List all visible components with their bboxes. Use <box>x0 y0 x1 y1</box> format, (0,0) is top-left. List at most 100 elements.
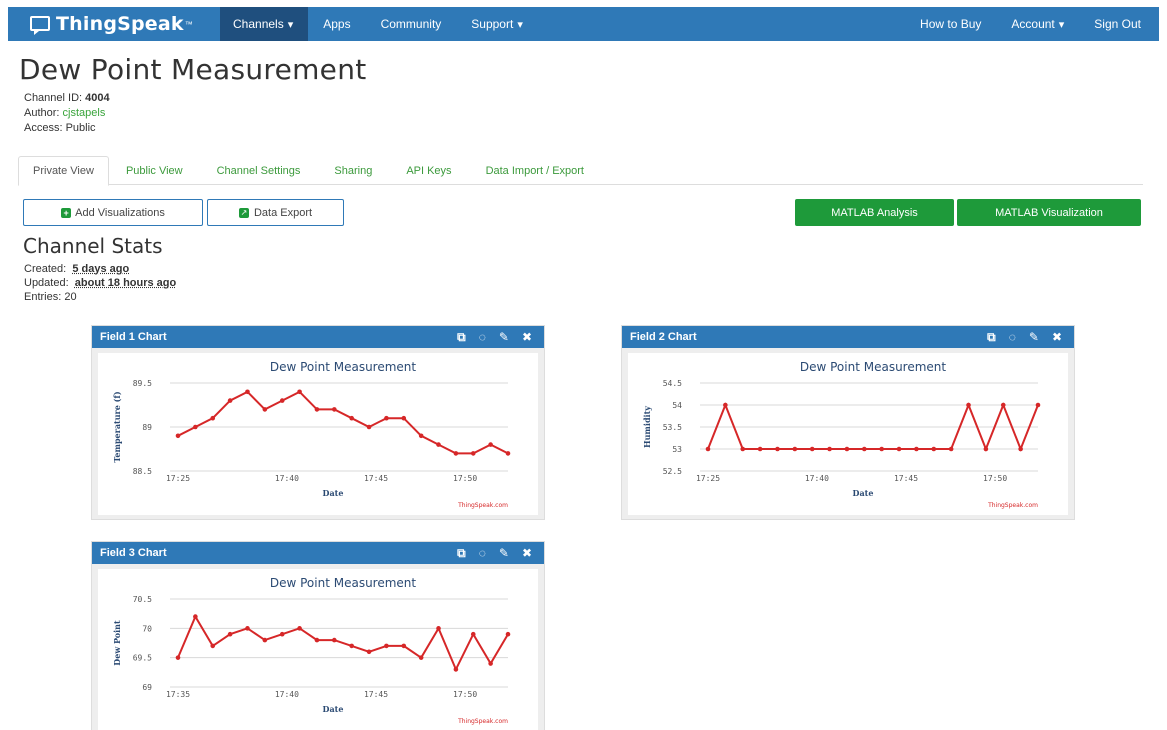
data-point <box>470 631 476 637</box>
y-tick-label: 88.5 <box>133 467 152 476</box>
nav-how-to-buy[interactable]: How to Buy <box>905 7 996 41</box>
popout-icon[interactable]: ⧉ <box>457 546 466 561</box>
chart-title: Dew Point Measurement <box>270 576 417 590</box>
x-tick-label: 17:50 <box>983 474 1007 483</box>
brand-logo[interactable]: ThingSpeak ™ <box>8 7 220 41</box>
y-tick-label: 89.5 <box>133 379 152 388</box>
created-label: Created: <box>24 263 67 275</box>
channel-id-value: 4004 <box>85 92 110 104</box>
nav-support[interactable]: Support ▾ <box>456 7 538 41</box>
x-tick-label: 17:45 <box>364 474 388 483</box>
x-tick-label: 17:40 <box>275 690 299 699</box>
author-row: Author: cjstapels <box>24 106 110 121</box>
y-axis-label: Humidity <box>642 406 652 448</box>
caret-down-icon: ▾ <box>287 18 294 31</box>
entries-value: 20 <box>64 291 77 303</box>
data-point <box>896 446 902 452</box>
nav-sign-out-label: Sign Out <box>1094 17 1141 31</box>
nav-support-label: Support <box>471 17 514 31</box>
nav-channels[interactable]: Channels ▾ <box>220 7 309 41</box>
close-icon[interactable]: ✖ <box>522 546 532 561</box>
data-point <box>1018 446 1023 452</box>
data-point <box>332 637 337 643</box>
nav-channels-label: Channels <box>233 17 284 31</box>
matlab-analysis-button[interactable]: MATLAB Analysis <box>795 199 954 226</box>
close-icon[interactable]: ✖ <box>1052 330 1062 345</box>
channel-meta: Channel ID: 4004 Author: cjstapels Acces… <box>24 91 110 136</box>
comment-icon[interactable]: ◌ <box>479 330 486 345</box>
tab-sharing[interactable]: Sharing <box>317 156 389 185</box>
comment-icon[interactable]: ◌ <box>1009 330 1016 345</box>
data-point <box>775 446 780 452</box>
data-point <box>279 631 285 637</box>
add-visualizations-button[interactable]: + Add Visualizations <box>23 199 203 226</box>
data-point <box>245 389 250 395</box>
popout-icon[interactable]: ⧉ <box>457 330 466 345</box>
tab-data-import-export[interactable]: Data Import / Export <box>469 156 601 185</box>
chart-body: Dew Point Measurement 69 69.5 70 70.5 17:35 17… <box>98 569 538 730</box>
close-icon[interactable]: ✖ <box>522 330 532 345</box>
data-export-button[interactable]: ↗ Data Export <box>207 199 344 226</box>
x-tick-label: 17:45 <box>364 690 388 699</box>
tab-api-keys[interactable]: API Keys <box>389 156 468 185</box>
chat-icon <box>30 15 50 35</box>
panel-title: Field 1 Chart <box>100 331 167 343</box>
panel-header: Field 3 Chart ⧉ ◌ ✎ ✖ <box>92 542 544 564</box>
updated-label: Updated: <box>24 277 69 289</box>
page-title: Dew Point Measurement <box>19 53 367 86</box>
y-tick-label: 70 <box>142 624 152 633</box>
panel-title: Field 3 Chart <box>100 547 167 559</box>
x-tick-label: 17:40 <box>805 474 829 483</box>
nav-apps[interactable]: Apps <box>308 7 365 41</box>
export-icon: ↗ <box>238 207 249 218</box>
data-point <box>227 398 233 403</box>
data-point <box>792 446 798 452</box>
data-point <box>279 398 285 403</box>
data-point <box>262 407 268 412</box>
data-point <box>227 631 233 637</box>
data-export-label: Data Export <box>253 206 313 219</box>
popout-icon[interactable]: ⧉ <box>987 330 996 345</box>
chart-body: Dew Point Measurement 88.5 89 89.5 17:25 17:4… <box>98 353 538 515</box>
updated-row: Updated: about 18 hours ago <box>24 276 176 290</box>
pencil-icon[interactable]: ✎ <box>499 330 509 345</box>
comment-icon[interactable]: ◌ <box>479 546 486 561</box>
x-axis-label: Date <box>323 488 344 498</box>
author-link[interactable]: cjstapels <box>63 107 106 119</box>
y-axis-label: Temperature (f) <box>112 391 122 463</box>
x-tick-label: 17:40 <box>275 474 299 483</box>
data-point <box>723 402 728 408</box>
tab-channel-settings[interactable]: Channel Settings <box>200 156 318 185</box>
data-point <box>879 446 884 452</box>
data-point <box>844 446 850 452</box>
data-point <box>262 637 268 643</box>
data-point <box>931 446 937 452</box>
data-point <box>210 643 216 649</box>
nav-apps-label: Apps <box>323 17 351 31</box>
y-tick-label: 70.5 <box>133 595 152 604</box>
tab-private-view[interactable]: Private View <box>18 156 109 186</box>
field-2-chart: Dew Point Measurement 52.5 53 53.5 54 54.5 17:… <box>642 360 1041 509</box>
matlab-visualization-button[interactable]: MATLAB Visualization <box>957 199 1141 226</box>
data-point <box>297 389 302 395</box>
nav-account[interactable]: Account ▾ <box>996 7 1079 41</box>
author-label: Author: <box>24 107 60 119</box>
entries-row: Entries: 20 <box>24 290 176 304</box>
pencil-icon[interactable]: ✎ <box>499 546 509 561</box>
access-label: Access: <box>24 122 63 134</box>
pencil-icon[interactable]: ✎ <box>1029 330 1039 345</box>
data-point <box>966 402 971 408</box>
y-tick-label: 54.5 <box>663 379 682 388</box>
series-line <box>177 390 509 455</box>
caret-down-icon: ▾ <box>517 18 523 31</box>
data-point <box>436 442 441 447</box>
chart-credit: ThingSpeak.com <box>457 718 508 725</box>
tab-public-view[interactable]: Public View <box>109 156 200 185</box>
nav-sign-out[interactable]: Sign Out <box>1079 7 1159 41</box>
data-point <box>453 667 459 672</box>
data-point <box>914 446 919 452</box>
data-point <box>505 451 511 456</box>
data-point <box>349 415 354 421</box>
nav-community[interactable]: Community <box>366 7 457 41</box>
data-point <box>349 643 354 649</box>
